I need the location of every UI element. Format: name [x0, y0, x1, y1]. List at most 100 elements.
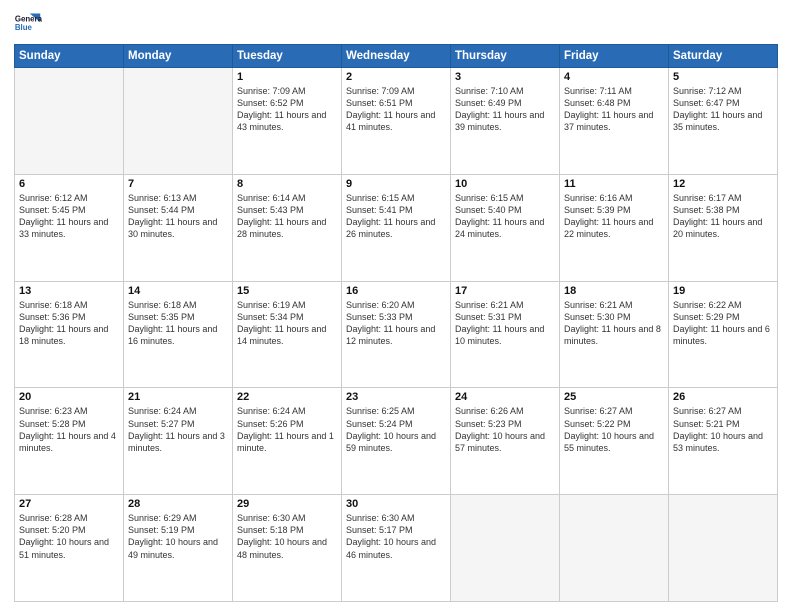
- day-number: 12: [673, 178, 773, 190]
- day-number: 9: [346, 178, 446, 190]
- day-number: 13: [19, 285, 119, 297]
- day-number: 22: [237, 391, 337, 403]
- calendar-cell: 16 Sunrise: 6:20 AM Sunset: 5:33 PM Dayli…: [342, 281, 451, 388]
- day-info: Sunrise: 6:24 AM Sunset: 5:26 PM Dayligh…: [237, 405, 337, 454]
- day-info: Sunrise: 6:28 AM Sunset: 5:20 PM Dayligh…: [19, 512, 119, 561]
- calendar-week-row: 6 Sunrise: 6:12 AM Sunset: 5:45 PM Daylig…: [15, 174, 778, 281]
- calendar-cell: 4 Sunrise: 7:11 AM Sunset: 6:48 PM Daylig…: [560, 68, 669, 175]
- logo: General Blue: [14, 10, 42, 38]
- day-number: 6: [19, 178, 119, 190]
- day-number: 29: [237, 498, 337, 510]
- calendar-cell: 27 Sunrise: 6:28 AM Sunset: 5:20 PM Dayli…: [15, 495, 124, 602]
- day-info: Sunrise: 6:21 AM Sunset: 5:30 PM Dayligh…: [564, 299, 664, 348]
- day-number: 8: [237, 178, 337, 190]
- calendar-cell: 26 Sunrise: 6:27 AM Sunset: 5:21 PM Dayli…: [669, 388, 778, 495]
- calendar-cell: 7Sunrise: 6:13 AM Sunset: 5:44 PM Daylig…: [124, 174, 233, 281]
- day-number: 10: [455, 178, 555, 190]
- logo-icon: General Blue: [14, 10, 42, 38]
- day-number: 2: [346, 71, 446, 83]
- day-info: Sunrise: 6:23 AM Sunset: 5:28 PM Dayligh…: [19, 405, 119, 454]
- day-info: Sunrise: 6:26 AM Sunset: 5:23 PM Dayligh…: [455, 405, 555, 454]
- day-number: 25: [564, 391, 664, 403]
- day-info: Sunrise: 6:30 AM Sunset: 5:17 PM Dayligh…: [346, 512, 446, 561]
- calendar-cell: 10 Sunrise: 6:15 AM Sunset: 5:40 PM Dayli…: [451, 174, 560, 281]
- day-number: 19: [673, 285, 773, 297]
- calendar-cell: 24Sunrise: 6:26 AM Sunset: 5:23 PM Dayli…: [451, 388, 560, 495]
- calendar-table: SundayMondayTuesdayWednesdayThursdayFrid…: [14, 44, 778, 602]
- calendar-cell: 9Sunrise: 6:15 AM Sunset: 5:41 PM Daylig…: [342, 174, 451, 281]
- calendar-cell: 25Sunrise: 6:27 AM Sunset: 5:22 PM Dayli…: [560, 388, 669, 495]
- calendar-cell: 1 Sunrise: 7:09 AM Sunset: 6:52 PM Daylig…: [233, 68, 342, 175]
- day-info: Sunrise: 6:20 AM Sunset: 5:33 PM Dayligh…: [346, 299, 446, 348]
- day-info: Sunrise: 6:24 AM Sunset: 5:27 PM Dayligh…: [128, 405, 228, 454]
- day-number: 4: [564, 71, 664, 83]
- day-info: Sunrise: 6:27 AM Sunset: 5:21 PM Dayligh…: [673, 405, 773, 454]
- weekday-header: Wednesday: [342, 45, 451, 68]
- svg-text:General: General: [15, 14, 42, 23]
- day-info: Sunrise: 6:14 AM Sunset: 5:43 PM Dayligh…: [237, 192, 337, 241]
- calendar-cell: 28 Sunrise: 6:29 AM Sunset: 5:19 PM Dayli…: [124, 495, 233, 602]
- day-info: Sunrise: 6:25 AM Sunset: 5:24 PM Dayligh…: [346, 405, 446, 454]
- weekday-header: Tuesday: [233, 45, 342, 68]
- day-info: Sunrise: 6:18 AM Sunset: 5:36 PM Dayligh…: [19, 299, 119, 348]
- calendar-cell: 30Sunrise: 6:30 AM Sunset: 5:17 PM Dayli…: [342, 495, 451, 602]
- day-info: Sunrise: 6:30 AM Sunset: 5:18 PM Dayligh…: [237, 512, 337, 561]
- day-info: Sunrise: 7:12 AM Sunset: 6:47 PM Dayligh…: [673, 85, 773, 134]
- weekday-header: Friday: [560, 45, 669, 68]
- calendar-week-row: 20 Sunrise: 6:23 AM Sunset: 5:28 PM Dayli…: [15, 388, 778, 495]
- day-info: Sunrise: 6:15 AM Sunset: 5:40 PM Dayligh…: [455, 192, 555, 241]
- day-number: 15: [237, 285, 337, 297]
- calendar-week-row: 13 Sunrise: 6:18 AM Sunset: 5:36 PM Dayli…: [15, 281, 778, 388]
- day-number: 1: [237, 71, 337, 83]
- calendar-cell: [15, 68, 124, 175]
- calendar-cell: 3 Sunrise: 7:10 AM Sunset: 6:49 PM Daylig…: [451, 68, 560, 175]
- day-info: Sunrise: 7:11 AM Sunset: 6:48 PM Dayligh…: [564, 85, 664, 134]
- calendar-cell: 18Sunrise: 6:21 AM Sunset: 5:30 PM Dayli…: [560, 281, 669, 388]
- calendar-header-row: SundayMondayTuesdayWednesdayThursdayFrid…: [15, 45, 778, 68]
- calendar-cell: 2Sunrise: 7:09 AM Sunset: 6:51 PM Daylig…: [342, 68, 451, 175]
- calendar-cell: 15 Sunrise: 6:19 AM Sunset: 5:34 PM Dayli…: [233, 281, 342, 388]
- weekday-header: Monday: [124, 45, 233, 68]
- calendar-body: 1 Sunrise: 7:09 AM Sunset: 6:52 PM Daylig…: [15, 68, 778, 602]
- day-number: 7: [128, 178, 228, 190]
- day-info: Sunrise: 6:29 AM Sunset: 5:19 PM Dayligh…: [128, 512, 228, 561]
- day-info: Sunrise: 7:10 AM Sunset: 6:49 PM Dayligh…: [455, 85, 555, 134]
- calendar-cell: 13 Sunrise: 6:18 AM Sunset: 5:36 PM Dayli…: [15, 281, 124, 388]
- day-info: Sunrise: 6:22 AM Sunset: 5:29 PM Dayligh…: [673, 299, 773, 348]
- day-info: Sunrise: 6:16 AM Sunset: 5:39 PM Dayligh…: [564, 192, 664, 241]
- calendar-cell: 17 Sunrise: 6:21 AM Sunset: 5:31 PM Dayli…: [451, 281, 560, 388]
- calendar-cell: 5 Sunrise: 7:12 AM Sunset: 6:47 PM Daylig…: [669, 68, 778, 175]
- calendar-cell: 12 Sunrise: 6:17 AM Sunset: 5:38 PM Dayli…: [669, 174, 778, 281]
- calendar-week-row: 1 Sunrise: 7:09 AM Sunset: 6:52 PM Daylig…: [15, 68, 778, 175]
- day-info: Sunrise: 6:17 AM Sunset: 5:38 PM Dayligh…: [673, 192, 773, 241]
- day-number: 27: [19, 498, 119, 510]
- day-number: 17: [455, 285, 555, 297]
- weekday-header: Saturday: [669, 45, 778, 68]
- day-number: 14: [128, 285, 228, 297]
- calendar-cell: 19 Sunrise: 6:22 AM Sunset: 5:29 PM Dayli…: [669, 281, 778, 388]
- calendar-cell: 6 Sunrise: 6:12 AM Sunset: 5:45 PM Daylig…: [15, 174, 124, 281]
- calendar-cell: 29 Sunrise: 6:30 AM Sunset: 5:18 PM Dayli…: [233, 495, 342, 602]
- header: General Blue: [14, 10, 778, 38]
- page: General Blue SundayMondayTuesdayWednesda…: [0, 0, 792, 612]
- day-number: 23: [346, 391, 446, 403]
- day-number: 3: [455, 71, 555, 83]
- day-number: 26: [673, 391, 773, 403]
- calendar-cell: [124, 68, 233, 175]
- day-number: 20: [19, 391, 119, 403]
- calendar-cell: 23 Sunrise: 6:25 AM Sunset: 5:24 PM Dayli…: [342, 388, 451, 495]
- day-number: 16: [346, 285, 446, 297]
- day-info: Sunrise: 6:19 AM Sunset: 5:34 PM Dayligh…: [237, 299, 337, 348]
- day-info: Sunrise: 7:09 AM Sunset: 6:52 PM Dayligh…: [237, 85, 337, 134]
- day-info: Sunrise: 6:12 AM Sunset: 5:45 PM Dayligh…: [19, 192, 119, 241]
- calendar-cell: 21 Sunrise: 6:24 AM Sunset: 5:27 PM Dayli…: [124, 388, 233, 495]
- calendar-week-row: 27 Sunrise: 6:28 AM Sunset: 5:20 PM Dayli…: [15, 495, 778, 602]
- day-info: Sunrise: 6:21 AM Sunset: 5:31 PM Dayligh…: [455, 299, 555, 348]
- calendar-cell: 22 Sunrise: 6:24 AM Sunset: 5:26 PM Dayli…: [233, 388, 342, 495]
- weekday-header: Thursday: [451, 45, 560, 68]
- day-number: 11: [564, 178, 664, 190]
- calendar-cell: 14Sunrise: 6:18 AM Sunset: 5:35 PM Dayli…: [124, 281, 233, 388]
- day-number: 21: [128, 391, 228, 403]
- day-number: 28: [128, 498, 228, 510]
- day-number: 5: [673, 71, 773, 83]
